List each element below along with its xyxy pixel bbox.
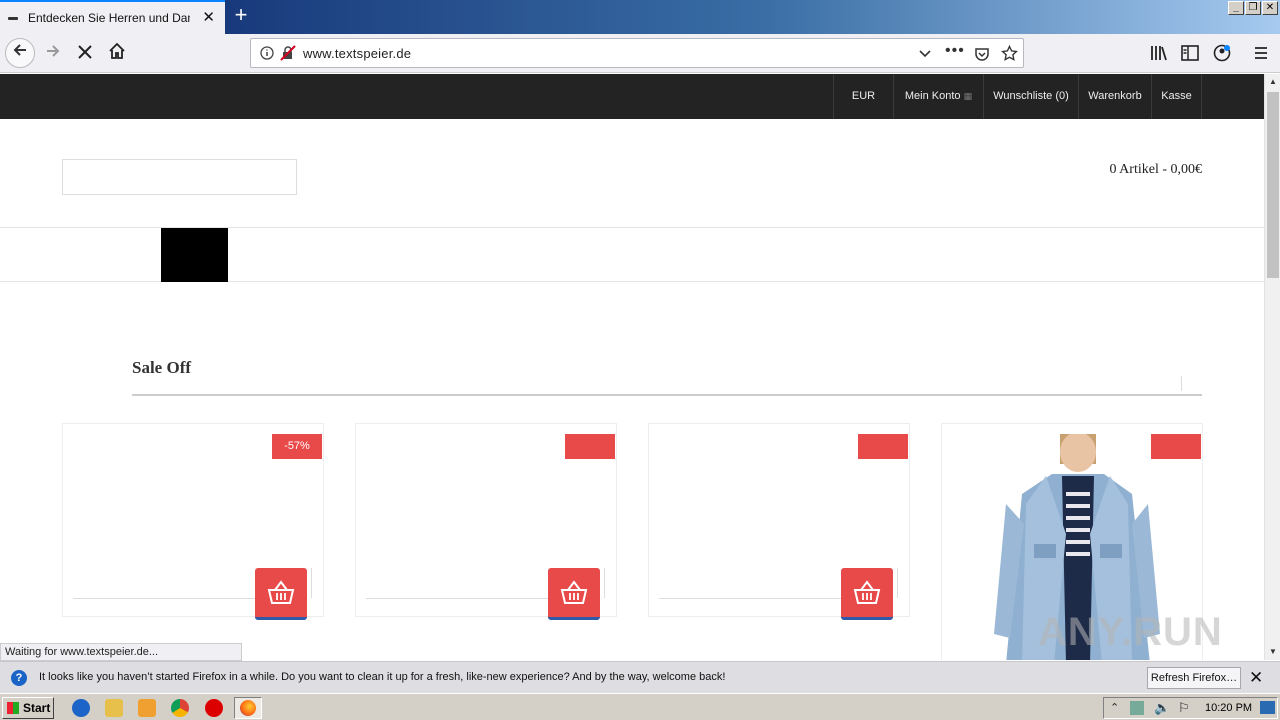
basket-link[interactable]: Warenkorb [1078, 74, 1151, 119]
home-button[interactable] [103, 40, 131, 68]
discount-badge [858, 434, 908, 459]
volume-icon[interactable]: 🔈 [1154, 700, 1170, 716]
account-dropdown-icon: ▦ [963, 91, 973, 101]
page-viewport: EUR Mein Konto ▦ Wunschliste (0) Warenko… [0, 74, 1264, 660]
url-text: www.textspeier.de [303, 46, 412, 61]
minimize-button[interactable]: _ [1228, 1, 1244, 15]
section-underline [132, 394, 1202, 396]
tray-expand-icon[interactable]: ⌃ [1110, 701, 1119, 714]
loading-favicon-icon [8, 16, 18, 20]
card-divider [897, 568, 898, 598]
add-to-cart-button[interactable] [841, 568, 893, 620]
tab-close-icon[interactable]: ✕ [202, 10, 215, 26]
show-desktop-icon[interactable] [1260, 701, 1275, 714]
back-arrow-icon [13, 44, 26, 56]
sidebar-icon[interactable] [1181, 45, 1199, 61]
product-card[interactable]: -57% [62, 423, 324, 620]
folder-icon[interactable] [105, 699, 123, 717]
windows-logo-icon [7, 702, 19, 714]
info-icon[interactable] [260, 46, 274, 60]
add-to-cart-button[interactable] [548, 568, 600, 620]
library-icon[interactable] [1150, 45, 1168, 61]
wishlist-link[interactable]: Wunschliste (0) [983, 74, 1078, 119]
section-title: Sale Off [132, 358, 192, 377]
section-nav-divider [1181, 376, 1182, 391]
insecure-lock-icon[interactable] [280, 45, 296, 61]
discount-badge [1151, 434, 1201, 459]
my-account-link[interactable]: Mein Konto ▦ [893, 74, 983, 119]
my-account-label: Mein Konto [904, 90, 961, 102]
internet-explorer-icon[interactable] [72, 699, 90, 717]
bookmark-star-icon[interactable] [1001, 45, 1018, 62]
scroll-up-arrow-icon[interactable]: ▲ [1265, 74, 1280, 90]
back-button[interactable] [5, 38, 35, 68]
refresh-firefox-button[interactable]: Refresh Firefox… [1147, 667, 1241, 689]
firefox-icon [240, 700, 256, 716]
discount-badge: -57% [272, 434, 322, 459]
product-card[interactable] [355, 423, 617, 620]
forward-arrow-icon [47, 45, 60, 57]
account-sync-icon[interactable] [1213, 44, 1231, 62]
page-actions-menu-icon[interactable]: ••• [945, 42, 965, 60]
close-notification-icon[interactable]: ✕ [1249, 668, 1263, 688]
question-icon: ? [11, 670, 27, 686]
product-card[interactable] [648, 423, 910, 620]
basket-icon [267, 579, 295, 604]
notification-bar: ? It looks like you haven’t started Fire… [0, 661, 1280, 693]
category-menu-row [0, 227, 1264, 282]
cart-summary[interactable]: 0 Artikel - 0,00€ [1050, 162, 1202, 178]
firefox-taskbar-button[interactable] [234, 697, 262, 719]
tab-title: Entdecken Sie Herren und Damen [28, 11, 190, 25]
watermark-logo: ANY.RUN [1038, 610, 1223, 654]
card-divider [311, 568, 312, 598]
status-text: Waiting for www.textspeier.de... [0, 643, 242, 661]
discount-badge [565, 434, 615, 459]
pocket-icon[interactable] [974, 46, 990, 62]
forward-button[interactable] [39, 40, 67, 68]
menu-category-block[interactable] [161, 228, 228, 282]
opera-icon[interactable] [205, 699, 223, 717]
site-search-input[interactable] [62, 159, 297, 195]
start-button[interactable]: Start [2, 697, 54, 719]
currency-selector[interactable]: EUR [833, 74, 893, 119]
home-icon [109, 42, 125, 59]
new-tab-button[interactable]: + [229, 4, 253, 28]
site-top-bar: EUR Mein Konto ▦ Wunschliste (0) Warenko… [0, 74, 1264, 119]
chrome-icon[interactable] [171, 699, 189, 717]
maximize-button[interactable]: ❐ [1245, 1, 1261, 15]
close-window-button[interactable]: ✕ [1262, 1, 1278, 15]
notification-text: It looks like you haven’t started Firefo… [39, 671, 726, 683]
checkout-link[interactable]: Kasse [1151, 74, 1202, 119]
os-taskbar: Start ⌃ 🔈 ⚐ 10:20 PM [0, 693, 1280, 720]
browser-tab-active[interactable]: Entdecken Sie Herren und Damen ✕ [0, 0, 225, 34]
start-label: Start [23, 701, 51, 715]
basket-icon [853, 579, 881, 604]
card-divider [604, 568, 605, 598]
basket-icon [560, 579, 588, 604]
stop-icon [78, 45, 92, 59]
stop-button[interactable] [71, 40, 99, 68]
browser-toolbar: www.textspeier.de ••• [0, 34, 1280, 73]
hamburger-menu-icon[interactable] [1253, 46, 1269, 60]
browser-tab-strip: Entdecken Sie Herren und Damen ✕ + _ ❐ ✕ [0, 0, 1280, 34]
url-bar[interactable]: www.textspeier.de ••• [250, 38, 1024, 68]
clock: 10:20 PM [1205, 702, 1253, 714]
scroll-down-arrow-icon[interactable]: ▼ [1265, 644, 1280, 660]
media-player-icon[interactable] [138, 699, 156, 717]
scrollbar-thumb[interactable] [1267, 92, 1279, 278]
flag-icon[interactable]: ⚐ [1178, 700, 1190, 716]
network-icon[interactable] [1130, 701, 1144, 715]
add-to-cart-button[interactable] [255, 568, 307, 620]
chevron-down-icon[interactable] [918, 48, 932, 60]
vertical-scrollbar[interactable]: ▲ ▼ [1264, 74, 1280, 660]
